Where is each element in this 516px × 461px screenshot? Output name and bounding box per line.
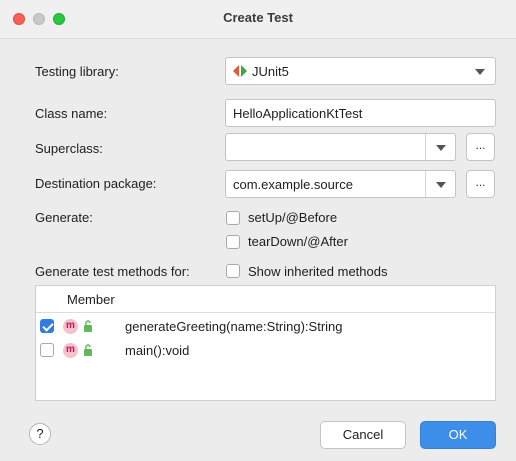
testing-library-label: Testing library: <box>35 64 119 79</box>
show-inherited-label: Show inherited methods <box>248 264 388 279</box>
member-column-header: Member <box>67 292 115 307</box>
members-table: Member m generateGreeting(name:String):S… <box>35 285 496 401</box>
test-methods-label: Generate test methods for: <box>35 264 190 279</box>
public-lock-icon <box>84 344 92 356</box>
testing-library-value: JUnit5 <box>252 64 289 79</box>
member-checkbox[interactable] <box>40 343 54 357</box>
generate-label: Generate: <box>35 210 93 225</box>
show-inherited-checkbox[interactable] <box>226 264 240 278</box>
window-title: Create Test <box>223 10 293 25</box>
junit-icon <box>233 65 247 77</box>
destination-package-browse-button[interactable]: ... <box>466 170 495 198</box>
help-button[interactable]: ? <box>29 423 51 445</box>
destination-package-value: com.example.source <box>233 177 353 192</box>
setup-checkbox-label: setUp/@Before <box>248 210 338 225</box>
class-name-value: HelloApplicationKtTest <box>233 106 363 121</box>
method-icon: m <box>63 319 78 334</box>
destination-package-label: Destination package: <box>35 176 157 191</box>
chevron-down-icon[interactable] <box>425 134 455 160</box>
superclass-browse-button[interactable]: ... <box>466 133 495 161</box>
window-titlebar: Create Test <box>0 0 516 39</box>
public-lock-icon <box>84 320 92 332</box>
teardown-checkbox[interactable] <box>226 235 240 249</box>
members-table-header: Member <box>36 286 495 313</box>
class-name-label: Class name: <box>35 106 108 121</box>
class-name-input[interactable]: HelloApplicationKtTest <box>225 99 496 127</box>
superclass-combo[interactable] <box>225 133 456 161</box>
chevron-down-icon[interactable] <box>465 58 495 84</box>
table-row[interactable]: m generateGreeting(name:String):String <box>36 315 495 339</box>
testing-library-select[interactable]: JUnit5 <box>225 57 496 85</box>
ok-button[interactable]: OK <box>420 421 496 449</box>
teardown-checkbox-label: tearDown/@After <box>248 234 348 249</box>
member-signature: main():void <box>125 343 190 358</box>
member-checkbox[interactable] <box>40 319 54 333</box>
chevron-down-icon[interactable] <box>425 171 455 197</box>
superclass-label: Superclass: <box>35 141 103 156</box>
setup-checkbox[interactable] <box>226 211 240 225</box>
cancel-button[interactable]: Cancel <box>320 421 406 449</box>
destination-package-combo[interactable]: com.example.source <box>225 170 456 198</box>
table-row[interactable]: m main():void <box>36 339 495 363</box>
member-signature: generateGreeting(name:String):String <box>125 319 343 334</box>
method-icon: m <box>63 343 78 358</box>
